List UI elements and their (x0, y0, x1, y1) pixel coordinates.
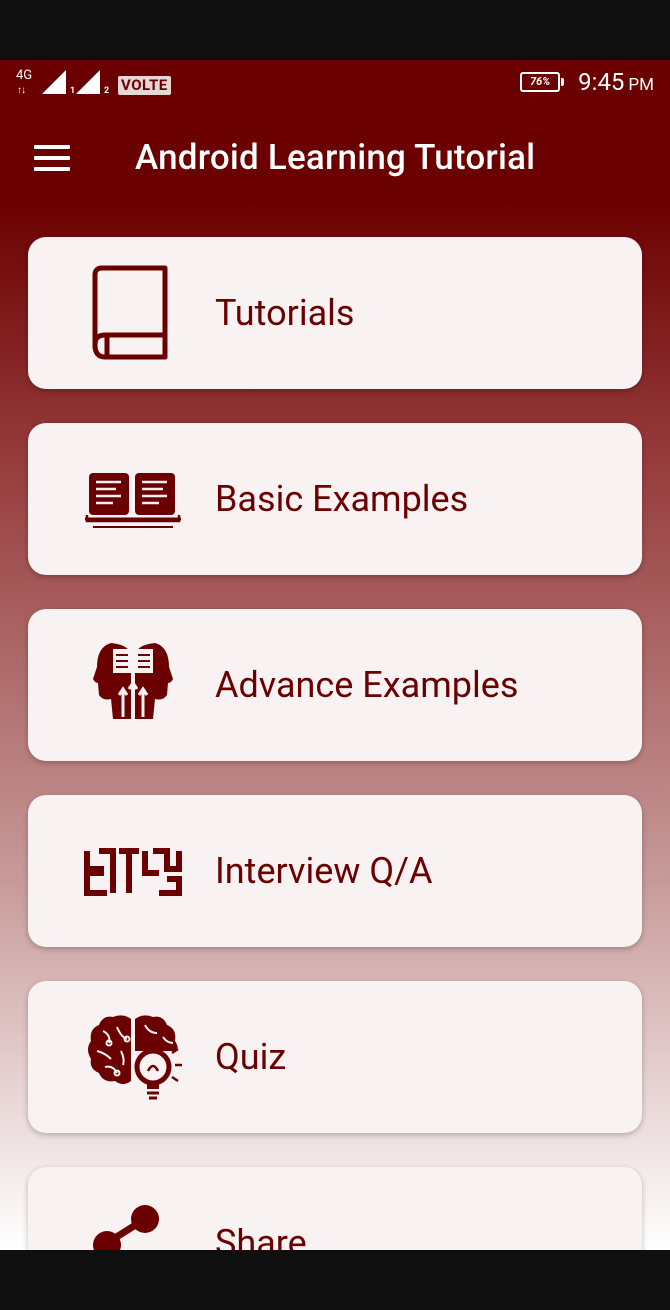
menu-card-label: Quiz (215, 1036, 287, 1078)
book-icon (83, 263, 183, 363)
battery-icon: 76% (520, 72, 565, 92)
menu-card-share[interactable]: Share (28, 1167, 642, 1250)
volte-badge: VOLTE (118, 76, 171, 95)
signal-sim1-icon: 1 (42, 70, 76, 96)
menu-card-label: Tutorials (215, 292, 355, 334)
menu-card-label: Basic Examples (215, 478, 469, 520)
network-indicator: 4G ↑↓ (16, 68, 38, 96)
menu-card-interview-qa[interactable]: Interview Q/A (28, 795, 642, 947)
device-bottom-bezel (0, 1250, 670, 1310)
menu-card-label: Share (215, 1222, 307, 1250)
heads-book-icon (83, 635, 183, 735)
network-type: 4G (16, 68, 33, 83)
status-right: 76% 9:45 PM (520, 68, 654, 96)
menu-card-advance-examples[interactable]: Advance Examples (28, 609, 642, 761)
app-screen: 4G ↑↓ 1 2 VOLTE 76% 9:45 PM Android Learn… (0, 60, 670, 1250)
pattern-icon (83, 821, 183, 921)
menu-card-tutorials[interactable]: Tutorials (28, 237, 642, 389)
signal-sim2-icon: 2 (76, 70, 110, 96)
network-activity: ↑↓ (17, 85, 26, 96)
clock-ampm: PM (628, 75, 654, 95)
menu-card-quiz[interactable]: Quiz (28, 981, 642, 1133)
menu-card-basic-examples[interactable]: Basic Examples (28, 423, 642, 575)
menu-card-label: Interview Q/A (215, 850, 433, 892)
share-icon (83, 1193, 183, 1250)
brain-bulb-icon (83, 1007, 183, 1107)
device-top-bezel (0, 0, 670, 60)
toolbar-title: Android Learning Tutorial (135, 137, 536, 178)
status-left: 4G ↑↓ 1 2 VOLTE (16, 68, 171, 96)
sim1-label: 1 (70, 86, 76, 96)
clock-time: 9:45 (578, 68, 625, 96)
sim2-label: 2 (104, 86, 110, 96)
hamburger-menu-icon[interactable] (34, 145, 70, 171)
open-book-laptop-icon (83, 449, 183, 549)
menu-card-label: Advance Examples (215, 664, 519, 706)
app-toolbar: Android Learning Tutorial (0, 108, 670, 208)
status-bar: 4G ↑↓ 1 2 VOLTE 76% 9:45 PM (0, 60, 670, 108)
clock: 9:45 PM (578, 68, 654, 96)
